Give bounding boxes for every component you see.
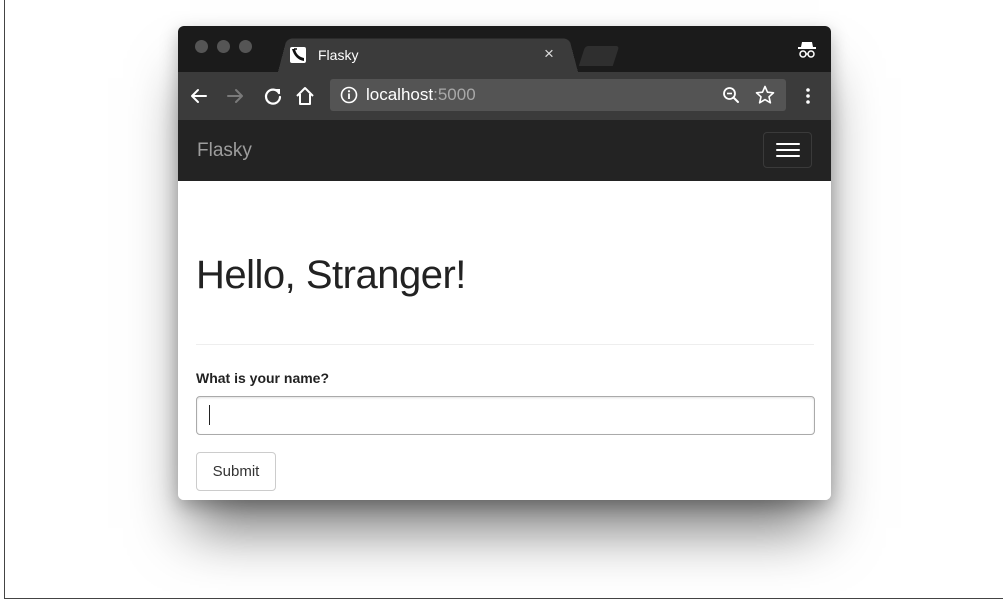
browser-toolbar: localhost:5000 — [178, 72, 831, 120]
window-minimize-button[interactable] — [217, 40, 230, 53]
info-icon[interactable] — [340, 86, 358, 104]
new-tab-button[interactable] — [578, 46, 620, 66]
home-icon[interactable] — [294, 85, 316, 107]
window-maximize-button[interactable] — [239, 40, 252, 53]
submit-button[interactable]: Submit — [196, 452, 276, 491]
bookmark-star-icon[interactable] — [754, 84, 776, 106]
incognito-icon — [796, 38, 818, 60]
navbar-brand[interactable]: Flasky — [197, 141, 252, 161]
browser-window: Flasky × localhost:5000 Flasky Hello, St… — [178, 26, 831, 500]
navbar: Flasky — [178, 120, 831, 181]
name-input[interactable] — [196, 396, 815, 435]
address-bar[interactable]: localhost:5000 — [330, 79, 786, 111]
reload-icon[interactable] — [262, 85, 284, 107]
url-host: localhost — [366, 85, 434, 104]
tab-title: Flasky — [318, 47, 359, 63]
forward-arrow-icon[interactable] — [224, 85, 246, 107]
back-arrow-icon[interactable] — [188, 85, 210, 107]
menu-kebab-icon[interactable] — [800, 85, 816, 107]
navbar-toggle-button[interactable] — [763, 132, 812, 168]
tab-strip: Flasky × — [178, 26, 831, 72]
text-caret — [209, 405, 210, 425]
zoom-icon[interactable] — [722, 86, 740, 104]
url-text[interactable]: localhost:5000 — [366, 86, 476, 104]
name-field-label: What is your name? — [196, 370, 330, 386]
page-title: Hello, Stranger! — [196, 253, 466, 297]
window-close-button[interactable] — [195, 40, 208, 53]
active-tab-content[interactable]: Flasky × — [288, 36, 573, 72]
flask-favicon-icon — [290, 47, 306, 63]
tab-close-icon[interactable]: × — [544, 45, 554, 63]
url-port: :5000 — [433, 85, 476, 104]
page-viewport: Flasky Hello, Stranger! What is your nam… — [178, 120, 831, 500]
page-header: Hello, Stranger! — [196, 252, 814, 345]
